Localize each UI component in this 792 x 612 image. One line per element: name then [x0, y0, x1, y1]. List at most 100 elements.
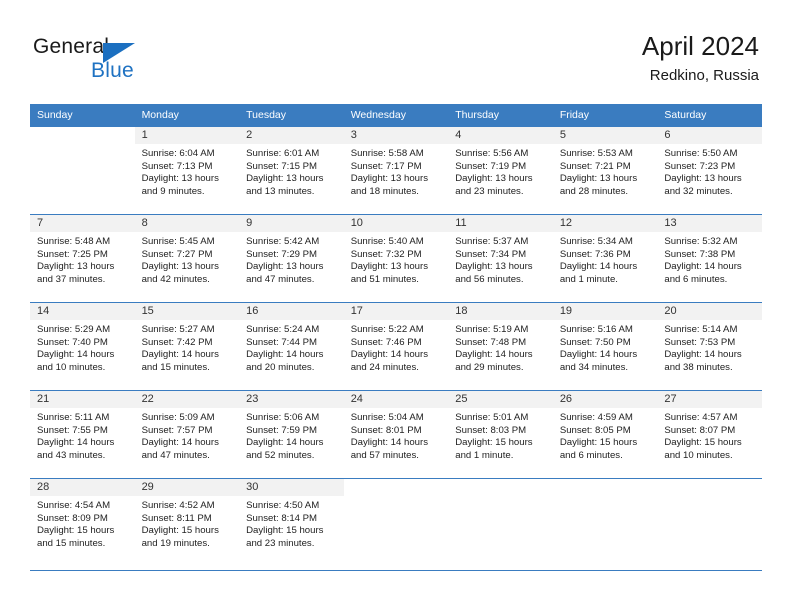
calendar-day-cell[interactable]: 17 Sunrise: 5:22 AM Sunset: 7:46 PM Dayligh…	[343, 302, 449, 390]
day-detail-line: Sunset: 7:53 PM	[664, 336, 736, 348]
day-details: Sunrise: 5:04 AM Sunset: 8:01 PM Daylight:…	[344, 408, 449, 462]
day-cell-inner: 28 Sunrise: 4:54 AM Sunset: 8:09 PM Dayligh…	[30, 478, 135, 566]
calendar-day-cell[interactable]: 22 Sunrise: 5:09 AM Sunset: 7:57 PM Dayligh…	[134, 390, 240, 478]
day-detail-line: and 19 minutes.	[141, 537, 210, 549]
day-detail-line: Sunset: 7:38 PM	[664, 248, 736, 260]
day-number: 22	[134, 391, 240, 408]
day-number: 23	[239, 391, 344, 408]
day-details: Sunrise: 5:37 AM Sunset: 7:34 PM Daylight:…	[448, 232, 553, 286]
day-number	[553, 479, 658, 496]
calendar-day-cell[interactable]: 14 Sunrise: 5:29 AM Sunset: 7:40 PM Dayligh…	[30, 302, 135, 390]
day-detail-line: Sunrise: 5:34 AM	[559, 236, 633, 247]
calendar-day-cell[interactable]: 24 Sunrise: 5:04 AM Sunset: 8:01 PM Dayligh…	[343, 390, 449, 478]
day-number: 30	[239, 479, 344, 496]
day-detail-line: Sunset: 7:29 PM	[246, 248, 318, 260]
title-block: April 2024 Redkino, Russia	[642, 32, 759, 84]
day-detail-line: and 15 minutes.	[141, 361, 210, 373]
day-detail-line: Sunrise: 5:45 AM	[141, 236, 215, 247]
day-detail-line: Sunset: 7:55 PM	[37, 424, 108, 436]
calendar-day-cell[interactable]: 2 Sunrise: 6:01 AM Sunset: 7:15 PM Daylight…	[239, 126, 344, 214]
calendar-day-cell[interactable]: 26 Sunrise: 4:59 AM Sunset: 8:05 PM Dayligh…	[552, 390, 658, 478]
day-cell-inner: 24 Sunrise: 5:04 AM Sunset: 8:01 PM Dayligh…	[343, 390, 449, 478]
day-detail-line: Sunset: 7:13 PM	[141, 160, 213, 172]
calendar-day-cell[interactable]: 15 Sunrise: 5:27 AM Sunset: 7:42 PM Dayligh…	[134, 302, 240, 390]
calendar-day-cell[interactable]: 11 Sunrise: 5:37 AM Sunset: 7:34 PM Dayligh…	[448, 214, 553, 302]
day-cell-inner	[30, 126, 135, 214]
day-detail-line: Sunrise: 5:53 AM	[559, 148, 633, 159]
day-detail-line: Daylight: 14 hours	[37, 349, 115, 361]
calendar-day-cell[interactable]: 28 Sunrise: 4:54 AM Sunset: 8:09 PM Dayligh…	[30, 478, 135, 566]
day-detail-line: and 1 minute.	[559, 273, 618, 285]
calendar-day-cell[interactable]: 20 Sunrise: 5:14 AM Sunset: 7:53 PM Dayligh…	[657, 302, 762, 390]
day-detail-line: Sunrise: 5:50 AM	[664, 148, 738, 159]
day-detail-line: Sunrise: 4:50 AM	[246, 500, 320, 511]
calendar-day-cell[interactable]: 7 Sunrise: 5:48 AM Sunset: 7:25 PM Daylight…	[30, 214, 135, 302]
day-details: Sunrise: 5:22 AM Sunset: 7:46 PM Daylight:…	[344, 320, 449, 374]
calendar-day-cell[interactable]: 10 Sunrise: 5:40 AM Sunset: 7:32 PM Dayligh…	[343, 214, 449, 302]
calendar-day-cell[interactable]: 21 Sunrise: 5:11 AM Sunset: 7:55 PM Dayligh…	[30, 390, 135, 478]
calendar-day-cell[interactable]: 13 Sunrise: 5:32 AM Sunset: 7:38 PM Dayligh…	[657, 214, 762, 302]
calendar-day-cell[interactable]: 27 Sunrise: 4:57 AM Sunset: 8:07 PM Dayligh…	[657, 390, 762, 478]
day-number: 17	[343, 303, 449, 320]
calendar-day-cell[interactable]: 5 Sunrise: 5:53 AM Sunset: 7:21 PM Daylight…	[552, 126, 658, 214]
day-details: Sunrise: 5:34 AM Sunset: 7:36 PM Daylight:…	[553, 232, 658, 286]
day-detail-line: and 1 minute.	[455, 449, 514, 461]
day-detail-line: and 37 minutes.	[37, 273, 106, 285]
day-cell-inner: 23 Sunrise: 5:06 AM Sunset: 7:59 PM Dayligh…	[239, 390, 344, 478]
day-detail-line: Daylight: 13 hours	[350, 173, 429, 185]
day-detail-line: Sunrise: 5:01 AM	[455, 412, 529, 423]
day-detail-line: Daylight: 13 hours	[455, 173, 533, 185]
page-header: General Blue April 2024 Redkino, Russia	[0, 0, 792, 104]
calendar-day-cell[interactable]: 29 Sunrise: 4:52 AM Sunset: 8:11 PM Dayligh…	[134, 478, 240, 566]
day-detail-line: Sunset: 7:17 PM	[350, 160, 422, 172]
calendar-day-cell[interactable]: 19 Sunrise: 5:16 AM Sunset: 7:50 PM Dayligh…	[552, 302, 658, 390]
day-detail-line: Daylight: 15 hours	[37, 525, 115, 537]
day-detail-line: and 57 minutes.	[350, 449, 419, 461]
calendar-day-cell[interactable]: 25 Sunrise: 5:01 AM Sunset: 8:03 PM Dayligh…	[448, 390, 553, 478]
day-detail-line: and 10 minutes.	[664, 449, 733, 461]
day-number	[448, 479, 553, 496]
calendar-day-cell[interactable]: 30 Sunrise: 4:50 AM Sunset: 8:14 PM Dayligh…	[239, 478, 344, 566]
day-details: Sunrise: 5:14 AM Sunset: 7:53 PM Daylight:…	[657, 320, 762, 374]
calendar-day-cell[interactable]: 1 Sunrise: 6:04 AM Sunset: 7:13 PM Daylight…	[134, 126, 240, 214]
day-detail-line: Sunrise: 5:48 AM	[37, 236, 111, 247]
day-detail-line: Sunset: 7:48 PM	[455, 336, 527, 348]
day-detail-line: Daylight: 13 hours	[141, 173, 219, 185]
day-detail-line: Sunrise: 5:32 AM	[664, 236, 738, 247]
calendar-day-cell[interactable]: 4 Sunrise: 5:56 AM Sunset: 7:19 PM Daylight…	[448, 126, 553, 214]
day-detail-line: Daylight: 13 hours	[141, 261, 219, 273]
weekday-header-row: Sunday Monday Tuesday Wednesday Thursday Frid…	[30, 104, 762, 126]
day-detail-line: Daylight: 14 hours	[37, 437, 115, 449]
calendar-cell-empty	[657, 478, 762, 566]
general-blue-logo[interactable]: General Blue	[33, 36, 135, 81]
day-cell-inner: 20 Sunrise: 5:14 AM Sunset: 7:53 PM Dayligh…	[657, 302, 762, 390]
day-number: 9	[239, 215, 344, 232]
day-detail-line: and 47 minutes.	[141, 449, 210, 461]
day-detail-line: Daylight: 14 hours	[559, 261, 638, 273]
day-cell-inner: 3 Sunrise: 5:58 AM Sunset: 7:17 PM Daylight…	[343, 126, 449, 214]
day-cell-inner: 14 Sunrise: 5:29 AM Sunset: 7:40 PM Dayligh…	[30, 302, 135, 390]
day-number: 29	[134, 479, 240, 496]
calendar-day-cell[interactable]: 8 Sunrise: 5:45 AM Sunset: 7:27 PM Daylight…	[134, 214, 240, 302]
calendar-day-cell[interactable]: 12 Sunrise: 5:34 AM Sunset: 7:36 PM Dayligh…	[552, 214, 658, 302]
day-number: 6	[657, 127, 762, 144]
day-details: Sunrise: 4:52 AM Sunset: 8:11 PM Daylight:…	[135, 496, 240, 550]
day-detail-line: and 51 minutes.	[350, 273, 419, 285]
calendar-day-cell[interactable]: 9 Sunrise: 5:42 AM Sunset: 7:29 PM Daylight…	[239, 214, 344, 302]
day-detail-line: and 13 minutes.	[246, 185, 315, 197]
calendar-day-cell[interactable]: 23 Sunrise: 5:06 AM Sunset: 7:59 PM Dayligh…	[239, 390, 344, 478]
calendar-day-cell[interactable]: 18 Sunrise: 5:19 AM Sunset: 7:48 PM Dayligh…	[448, 302, 553, 390]
day-detail-line: Daylight: 14 hours	[559, 349, 638, 361]
day-details: Sunrise: 5:42 AM Sunset: 7:29 PM Daylight:…	[239, 232, 344, 286]
calendar-day-cell[interactable]: 3 Sunrise: 5:58 AM Sunset: 7:17 PM Daylight…	[343, 126, 449, 214]
day-detail-line: Sunset: 7:23 PM	[664, 160, 736, 172]
day-detail-line: and 34 minutes.	[559, 361, 629, 373]
day-number: 15	[134, 303, 240, 320]
day-details: Sunrise: 5:40 AM Sunset: 7:32 PM Daylight:…	[344, 232, 449, 286]
day-number: 4	[448, 127, 553, 144]
day-detail-line: Daylight: 13 hours	[246, 173, 324, 185]
day-cell-inner: 5 Sunrise: 5:53 AM Sunset: 7:21 PM Daylight…	[552, 126, 658, 214]
calendar-day-cell[interactable]: 16 Sunrise: 5:24 AM Sunset: 7:44 PM Dayligh…	[239, 302, 344, 390]
day-details: Sunrise: 5:53 AM Sunset: 7:21 PM Daylight:…	[553, 144, 658, 198]
calendar-day-cell[interactable]: 6 Sunrise: 5:50 AM Sunset: 7:23 PM Daylight…	[657, 126, 762, 214]
